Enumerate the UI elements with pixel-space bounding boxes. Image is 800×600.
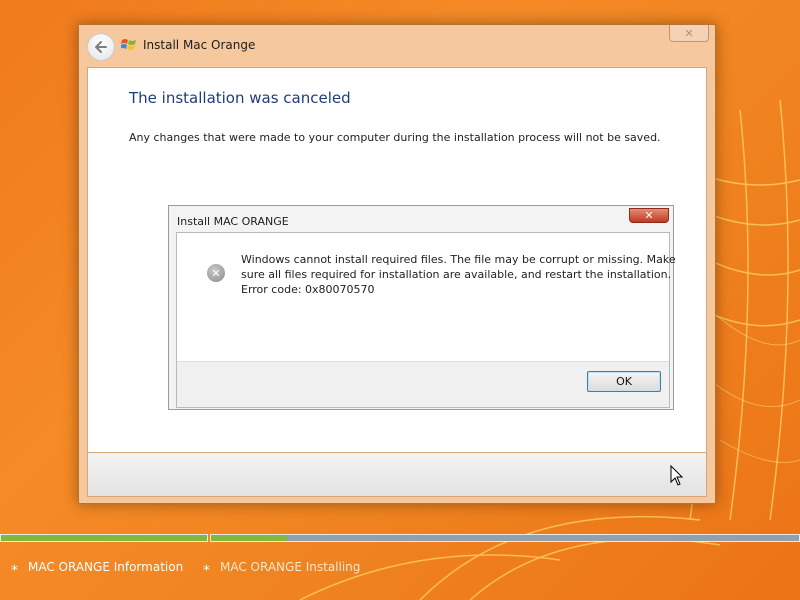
setup-progress-bar — [0, 534, 800, 544]
asterisk-icon: * — [11, 563, 18, 579]
ok-button[interactable]: OK — [587, 371, 661, 392]
progress-fill-installing — [211, 535, 287, 541]
back-arrow-icon — [95, 41, 107, 53]
progress-segment-information — [0, 534, 208, 542]
windows-logo-icon — [121, 39, 136, 50]
error-message-line: sure all files required for installation… — [241, 268, 672, 281]
page-heading: The installation was canceled — [129, 89, 351, 107]
window-close-button[interactable]: ✕ — [669, 25, 709, 42]
dialog-inner: ✕ Windows cannot install required files.… — [176, 232, 676, 408]
page-description: Any changes that were made to your compu… — [129, 131, 661, 144]
error-icon: ✕ — [207, 264, 225, 282]
back-button[interactable] — [87, 33, 115, 61]
error-message: Windows cannot install required files. T… — [241, 252, 676, 297]
step-information: * MAC ORANGE Information — [11, 559, 184, 579]
dialog-close-button[interactable]: ✕ — [629, 208, 669, 223]
close-icon: ✕ — [644, 209, 654, 222]
window-title: Install Mac Orange — [143, 38, 256, 52]
asterisk-icon: * — [203, 563, 210, 579]
error-code-line: Error code: 0x80070570 — [241, 283, 375, 296]
step-label: MAC ORANGE Installing — [220, 560, 361, 574]
mouse-cursor-icon — [670, 465, 684, 486]
dialog-title: Install MAC ORANGE — [177, 215, 289, 228]
dialog-body: ✕ Windows cannot install required files.… — [177, 233, 676, 362]
close-icon: ✕ — [684, 26, 694, 40]
step-installing: * MAC ORANGE Installing — [203, 559, 361, 579]
progress-segment-installing — [210, 534, 800, 542]
error-dialog: Install MAC ORANGE ✕ ✕ Windows cannot in… — [168, 205, 676, 410]
window-footer — [87, 453, 707, 497]
error-message-line: Windows cannot install required files. T… — [241, 253, 676, 266]
step-label: MAC ORANGE Information — [28, 560, 184, 574]
